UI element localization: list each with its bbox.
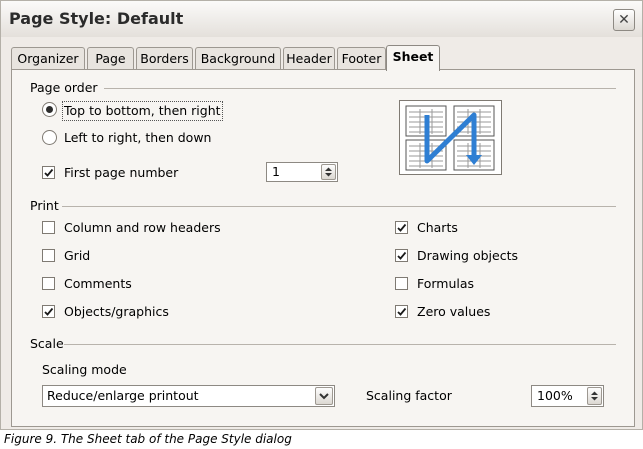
checkbox-checked[interactable] bbox=[395, 249, 408, 262]
tab-organizer[interactable]: Organizer bbox=[11, 47, 85, 69]
drawing-objects-checkbox[interactable]: Drawing objects bbox=[395, 247, 535, 265]
first-page-number-label: First page number bbox=[64, 165, 179, 180]
close-icon: ✕ bbox=[618, 12, 630, 28]
page-order-label: Page order bbox=[30, 80, 98, 95]
scaling-mode-select[interactable]: Reduce/enlarge printout bbox=[42, 385, 335, 407]
radio-button[interactable] bbox=[42, 130, 57, 145]
formulas-checkbox[interactable]: Formulas bbox=[395, 275, 515, 293]
checkbox-checked[interactable] bbox=[395, 305, 408, 318]
checkbox-unchecked[interactable] bbox=[395, 277, 408, 290]
scaling-mode-label: Scaling mode bbox=[42, 362, 127, 377]
zero-values-label: Zero values bbox=[417, 304, 491, 319]
tab-footer[interactable]: Footer bbox=[337, 47, 386, 69]
checkbox-checked[interactable] bbox=[42, 305, 55, 318]
print-label: Print bbox=[30, 198, 59, 213]
checkbox-unchecked[interactable] bbox=[42, 221, 55, 234]
checkbox-unchecked[interactable] bbox=[42, 249, 55, 262]
radio-top-to-bottom-label: Top to bottom, then right bbox=[62, 101, 223, 121]
objects-graphics-checkbox[interactable]: Objects/graphics bbox=[42, 303, 202, 321]
scale-divider bbox=[64, 344, 616, 345]
spin-arrows-icon bbox=[325, 167, 332, 177]
column-row-headers-label: Column and row headers bbox=[64, 220, 221, 235]
dropdown-button[interactable] bbox=[315, 387, 333, 405]
charts-label: Charts bbox=[417, 220, 458, 235]
first-page-number-spinbox[interactable]: 1 bbox=[266, 162, 338, 182]
spin-buttons[interactable] bbox=[321, 164, 336, 180]
drawing-objects-label: Drawing objects bbox=[417, 248, 518, 263]
figure-caption: Figure 9. The Sheet tab of the Page Styl… bbox=[4, 432, 292, 446]
page-order-divider bbox=[104, 88, 616, 89]
comments-checkbox[interactable]: Comments bbox=[42, 275, 162, 293]
radio-top-to-bottom[interactable]: Top to bottom, then right bbox=[42, 101, 242, 121]
check-icon bbox=[397, 251, 407, 260]
scale-label: Scale bbox=[30, 336, 64, 351]
objects-graphics-label: Objects/graphics bbox=[64, 304, 169, 319]
tab-header[interactable]: Header bbox=[283, 47, 335, 69]
first-page-number-value: 1 bbox=[272, 164, 280, 179]
scaling-factor-spinbox[interactable]: 100% bbox=[531, 385, 604, 407]
tab-borders[interactable]: Borders bbox=[136, 47, 193, 69]
radio-left-to-right-label: Left to right, then down bbox=[64, 130, 212, 145]
check-icon bbox=[44, 307, 54, 316]
radio-left-to-right[interactable]: Left to right, then down bbox=[42, 129, 242, 147]
checkbox-checked[interactable] bbox=[395, 221, 408, 234]
check-icon bbox=[397, 307, 407, 316]
scaling-factor-value: 100% bbox=[537, 388, 573, 403]
close-button[interactable]: ✕ bbox=[613, 9, 635, 31]
radio-button[interactable] bbox=[42, 102, 57, 117]
column-row-headers-checkbox[interactable]: Column and row headers bbox=[42, 219, 242, 237]
page-style-dialog: Page Style: Default ✕ Organizer Page Bor… bbox=[0, 0, 643, 430]
checkbox-unchecked[interactable] bbox=[42, 277, 55, 290]
page-order-preview-icon bbox=[405, 105, 495, 171]
chevron-down-icon bbox=[319, 393, 329, 400]
tab-page[interactable]: Page bbox=[87, 47, 134, 69]
grid-checkbox[interactable]: Grid bbox=[42, 247, 142, 265]
scaling-factor-label: Scaling factor bbox=[366, 388, 452, 403]
print-divider bbox=[62, 206, 616, 207]
scaling-mode-value: Reduce/enlarge printout bbox=[47, 388, 199, 403]
title-bar: Page Style: Default ✕ bbox=[1, 1, 642, 37]
dialog-title: Page Style: Default bbox=[9, 9, 184, 28]
check-icon bbox=[397, 223, 407, 232]
check-icon bbox=[44, 168, 54, 177]
first-page-number-checkbox[interactable]: First page number bbox=[42, 164, 222, 182]
zero-values-checkbox[interactable]: Zero values bbox=[395, 303, 515, 321]
radio-selected-dot bbox=[46, 106, 53, 113]
spin-arrows-icon bbox=[591, 391, 598, 401]
tab-sheet[interactable]: Sheet bbox=[386, 45, 440, 71]
charts-checkbox[interactable]: Charts bbox=[395, 219, 515, 237]
spin-buttons[interactable] bbox=[587, 387, 602, 405]
checkbox-checked[interactable] bbox=[42, 166, 55, 179]
formulas-label: Formulas bbox=[417, 276, 475, 291]
tab-background[interactable]: Background bbox=[195, 47, 281, 69]
page-order-preview bbox=[399, 100, 502, 175]
grid-label: Grid bbox=[64, 248, 91, 263]
sheet-tab-panel: Page order Top to bottom, then right Lef… bbox=[11, 69, 635, 427]
comments-label: Comments bbox=[64, 276, 132, 291]
